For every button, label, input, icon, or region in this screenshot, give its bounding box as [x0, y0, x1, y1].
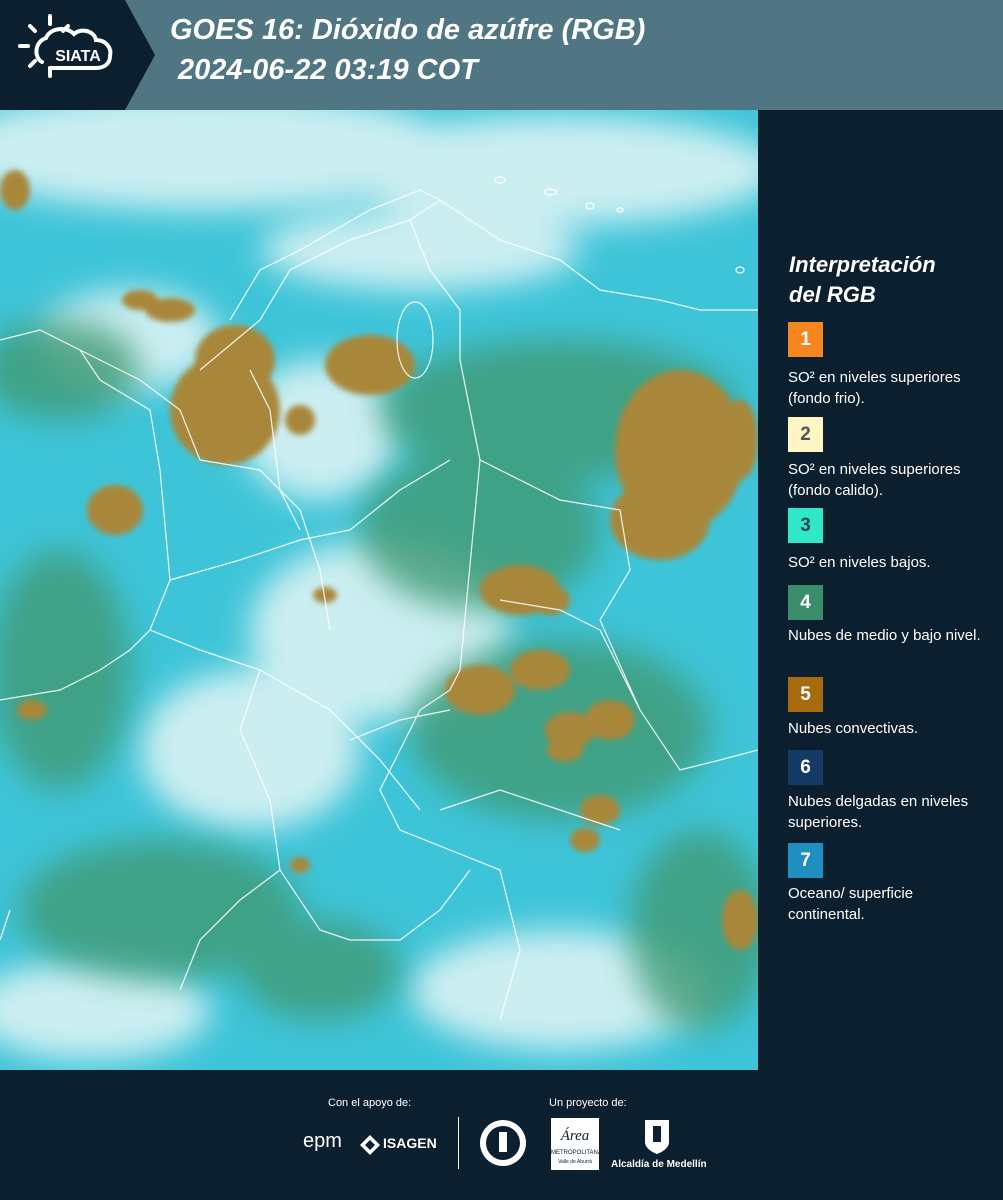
- support-label: Con el apoyo de:: [328, 1097, 412, 1109]
- isagen-logo: ISAGEN: [383, 1135, 437, 1151]
- legend-text-6: Nubes delgadas en niveles superiores.: [788, 793, 969, 831]
- legend-swatch-2: 2: [788, 417, 823, 452]
- project-label: Un proyecto de:: [549, 1097, 627, 1109]
- legend-text-3: SO² en niveles bajos.: [788, 554, 931, 571]
- legend-text-2: SO² en niveles superiores (fondo calido)…: [788, 461, 961, 499]
- legend-title: Interpretación del RGB: [789, 252, 936, 307]
- legend-text-4: Nubes de medio y bajo nivel.: [788, 627, 981, 644]
- legend-swatch-7: 7: [788, 843, 823, 878]
- legend-text-5: Nubes convectivas.: [788, 720, 919, 737]
- isagen-icon: [360, 1135, 380, 1160]
- satellite-map[interactable]: [0, 110, 758, 1070]
- legend-swatch-4: 4: [788, 585, 823, 620]
- siata-logo: SIATA: [0, 0, 155, 110]
- epm-logo: epm: [303, 1130, 342, 1152]
- area-logo-text: Área: [560, 1128, 590, 1144]
- legend-swatch-3: 3: [788, 508, 823, 543]
- siata-logo-text: SIATA: [55, 48, 101, 65]
- rgb-legend: Interpretación del RGB 1 SO² en niveles …: [760, 110, 1003, 1070]
- legend-swatch-6: 6: [788, 750, 823, 785]
- area-logo-subtext: METROPOLITANA: [551, 1150, 602, 1156]
- legend-text-1: SO² en niveles superiores (fondo frio).: [788, 369, 961, 407]
- page-title: GOES 16: Dióxido de azúfre (RGB): [170, 14, 646, 46]
- legend-text-7: Oceano/ superficie continental.: [788, 885, 914, 923]
- divider: [458, 1117, 459, 1169]
- legend-swatch-1: 1: [788, 322, 823, 357]
- alcaldia-shield-icon: [643, 1118, 671, 1161]
- page-timestamp: 2024-06-22 03:19 COT: [178, 54, 478, 86]
- footer: Con el apoyo de: Un proyecto de: epm ISA…: [0, 1070, 1003, 1200]
- legend-swatch-5: 5: [788, 677, 823, 712]
- area-logo-subtext-2: Valle de Aburrá: [558, 1159, 592, 1165]
- area-metropolitana-logo: Área METROPOLITANA Valle de Aburrá: [551, 1118, 602, 1170]
- header-bar: SIATA GOES 16: Dióxido de azúfre (RGB) 2…: [0, 0, 1003, 110]
- medellin-seal: [478, 1118, 528, 1173]
- alcaldia-logo: Alcaldía de Medellín: [611, 1159, 707, 1170]
